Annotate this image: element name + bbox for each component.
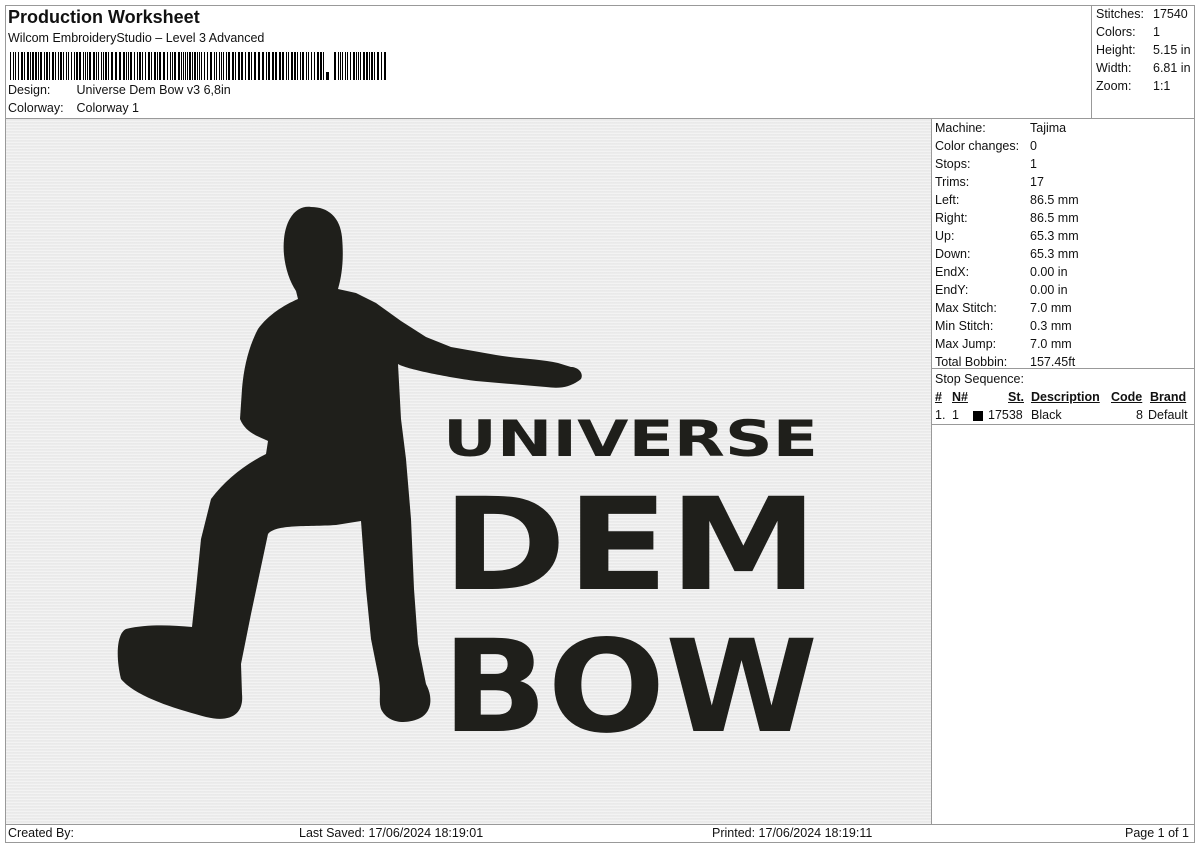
stitches-row: Stitches: 17540: [1096, 7, 1188, 21]
design-label: Design:: [8, 83, 51, 97]
machine-info-row: Down: 65.3 mm: [935, 247, 1079, 261]
wordmark-line-1: UNIVERSE: [443, 410, 818, 468]
worksheet-header: Production Worksheet Wilcom EmbroiderySt…: [5, 5, 1091, 118]
embroidery-design: UNIVERSE DEM BOW: [117, 206, 818, 762]
colorway-value: Colorway 1: [76, 101, 140, 115]
printed-date: Printed: 17/06/2024 18:19:11: [712, 826, 873, 840]
row-description: Black: [1031, 408, 1062, 422]
info-label: Max Stitch:: [935, 301, 997, 315]
info-label: Trims:: [935, 175, 970, 189]
info-value: 7.0 mm: [1030, 337, 1072, 351]
info-value: 7.0 mm: [1030, 301, 1072, 315]
info-value: Tajima: [1030, 121, 1067, 135]
row-needle: 1: [952, 408, 959, 422]
info-value: 86.5 mm: [1030, 193, 1079, 207]
machine-info-row: Max Stitch: 7.0 mm: [935, 301, 1072, 315]
info-value: 86.5 mm: [1030, 211, 1079, 225]
info-value: 17: [1030, 175, 1044, 189]
summary-box: Stitches: 17540 Colors: 1 Height: 5.15 in W…: [1091, 5, 1195, 118]
row-num: 1.: [935, 408, 946, 422]
colors-label: Colors:: [1096, 25, 1136, 39]
wordmark-line-3: BOW: [442, 613, 818, 762]
machine-info-row: Stops: 1: [935, 157, 1037, 171]
col-code: Code: [1111, 390, 1143, 404]
info-value: 0.00 in: [1030, 283, 1068, 297]
colors-value: 1: [1153, 25, 1160, 39]
info-value: 0.3 mm: [1030, 319, 1072, 333]
page-title: Production Worksheet: [8, 7, 200, 27]
colorway-label: Colorway:: [8, 101, 64, 115]
stitches-value: 17540: [1153, 7, 1188, 21]
colorway-row: Colorway: Colorway 1: [8, 101, 139, 115]
col-description: Description: [1031, 390, 1100, 404]
machine-info-row: Min Stitch: 0.3 mm: [935, 319, 1072, 333]
info-value: 0: [1030, 139, 1037, 153]
stitches-label: Stitches:: [1096, 7, 1144, 21]
info-label: Total Bobbin:: [935, 355, 1008, 369]
info-label: Down:: [935, 247, 971, 261]
stop-row-divider: [932, 424, 1195, 425]
row-brand: Default: [1148, 408, 1188, 422]
info-value: 1: [1030, 157, 1037, 171]
last-saved: Last Saved: 17/06/2024 18:19:01: [299, 826, 484, 840]
machine-info-row: EndX: 0.00 in: [935, 265, 1068, 279]
info-label: EndX:: [935, 265, 970, 279]
info-label: Max Jump:: [935, 337, 997, 351]
info-value: 0.00 in: [1030, 265, 1068, 279]
machine-info-row: Total Bobbin: 157.45ft: [935, 355, 1075, 369]
page-number: Page 1 of 1: [1125, 826, 1189, 840]
zoom-value: 1:1: [1153, 79, 1171, 93]
machine-info-row: Max Jump: 7.0 mm: [935, 337, 1072, 351]
height-label: Height:: [1096, 43, 1136, 57]
info-label: EndY:: [935, 283, 969, 297]
row-code: 8: [1136, 408, 1143, 422]
design-wordmark: UNIVERSE DEM BOW: [442, 410, 818, 762]
info-label: Color changes:: [935, 139, 1020, 153]
machine-info-row: Trims: 17: [935, 175, 1044, 189]
width-value: 6.81 in: [1153, 61, 1191, 75]
design-value: Universe Dem Bow v3 6,8in: [76, 83, 231, 97]
info-value: 157.45ft: [1030, 355, 1076, 369]
stop-sequence-divider: [932, 368, 1195, 369]
software-name: Wilcom EmbroideryStudio – Level 3 Advanc…: [8, 31, 265, 45]
wordmark-line-2: DEM: [442, 471, 818, 620]
col-needle: N#: [952, 390, 968, 404]
thread-color-swatch: [973, 411, 983, 421]
machine-info-panel: Machine: Tajima Color changes: 0 Stops: 1 Trim…: [932, 119, 1195, 824]
col-stitches: St.: [1008, 390, 1024, 404]
info-value: 65.3 mm: [1030, 247, 1079, 261]
colors-row: Colors: 1: [1096, 25, 1160, 39]
zoom-label: Zoom:: [1096, 79, 1132, 93]
info-label: Stops:: [935, 157, 971, 171]
worksheet-footer: Created By: Last Saved: 17/06/2024 18:19…: [6, 825, 1195, 843]
barcode: [10, 52, 386, 80]
row-stitches: 17538: [988, 408, 1023, 422]
info-value: 65.3 mm: [1030, 229, 1079, 243]
machine-info-row: Right: 86.5 mm: [935, 211, 1079, 225]
col-brand: Brand: [1150, 390, 1187, 404]
stop-sequence-title: Stop Sequence:: [935, 372, 1024, 386]
machine-info-row: Machine: Tajima: [935, 121, 1066, 135]
info-label: Right:: [935, 211, 968, 225]
machine-info-row: EndY: 0.00 in: [935, 283, 1068, 297]
col-num: #: [935, 390, 942, 404]
info-label: Machine:: [935, 121, 986, 135]
width-row: Width: 6.81 in: [1096, 61, 1191, 75]
info-label: Up:: [935, 229, 955, 243]
machine-info-row: Color changes: 0: [935, 139, 1037, 153]
machine-info-row: Up: 65.3 mm: [935, 229, 1079, 243]
width-label: Width:: [1096, 61, 1132, 75]
info-label: Min Stitch:: [935, 319, 994, 333]
machine-info-row: Left: 86.5 mm: [935, 193, 1079, 207]
created-by: Created By:: [8, 826, 75, 840]
design-preview: UNIVERSE DEM BOW: [6, 119, 931, 824]
height-row: Height: 5.15 in: [1096, 43, 1191, 57]
info-label: Left:: [935, 193, 960, 207]
design-row: Design: Universe Dem Bow v3 6,8in: [8, 83, 231, 97]
height-value: 5.15 in: [1153, 43, 1191, 57]
zoom-row: Zoom: 1:1: [1096, 79, 1170, 93]
